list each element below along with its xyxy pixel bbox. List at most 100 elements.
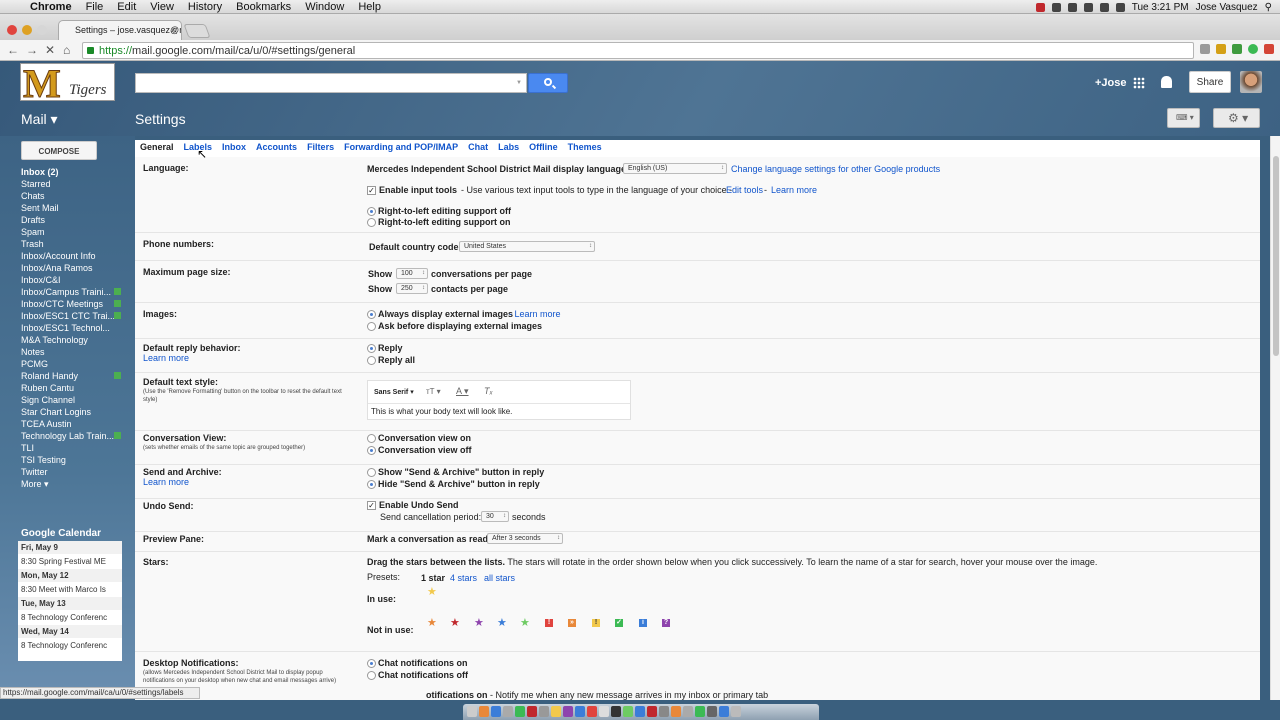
preset-1-star[interactable]: 1 star [421, 573, 445, 583]
tab-close-icon[interactable]: × [171, 25, 176, 35]
settings-gear-button[interactable]: ⚙ ▾ [1213, 108, 1260, 128]
radio-selected[interactable] [367, 446, 376, 456]
preset-4-stars[interactable]: 4 stars [450, 573, 477, 583]
preset-all-stars[interactable]: all stars [484, 573, 515, 583]
clock[interactable]: Tue 3:21 PM [1132, 2, 1189, 13]
star-bookmark-icon[interactable] [1216, 44, 1226, 54]
radio[interactable] [367, 356, 376, 366]
radio-selected[interactable] [367, 480, 376, 490]
chat-notifications-on-option[interactable]: Chat notifications on [367, 658, 468, 669]
app-icon[interactable] [575, 706, 585, 717]
reply-option[interactable]: Reply [367, 343, 403, 354]
rtl-on-option[interactable]: Right-to-left editing support on [367, 217, 510, 228]
sidebar-item[interactable]: Starred [21, 178, 121, 190]
blue-star-icon[interactable]: ★ [497, 616, 507, 629]
text-color-icon[interactable]: A ▾ [456, 386, 469, 397]
calendar-title[interactable]: Google Calendar [21, 528, 101, 539]
purple-question-icon[interactable]: ? [662, 619, 670, 627]
sidebar-item[interactable]: Drafts [21, 214, 121, 226]
page-scrollbar[interactable] [1270, 136, 1280, 700]
cancellation-period-select[interactable]: 30 [481, 511, 509, 522]
url-field[interactable]: https://mail.google.com/mail/ca/u/0/#set… [82, 42, 1194, 59]
yellow-star-icon[interactable]: ★ [427, 585, 437, 598]
app-icon[interactable] [599, 706, 609, 717]
sidebar-item[interactable]: Inbox/Campus Traini... [21, 286, 121, 298]
radio-selected[interactable] [367, 659, 376, 669]
app-icon[interactable] [683, 706, 693, 717]
home-icon[interactable]: ⌂ [63, 43, 70, 57]
sidebar-item[interactable]: More ▾ [21, 478, 121, 490]
tab-forwarding-and-pop-imap[interactable]: Forwarding and POP/IMAP [344, 140, 458, 157]
radio-selected[interactable] [367, 207, 376, 217]
images-learn-more-link[interactable]: - Learn more [509, 309, 561, 319]
sidebar-item[interactable]: Inbox (2) [21, 166, 121, 178]
sidebar-item[interactable]: TSI Testing [21, 454, 121, 466]
calendar-event[interactable]: 8:30 Spring Festival ME [18, 554, 122, 569]
spotlight-icon[interactable]: ⚲ [1265, 2, 1272, 13]
sidebar-item[interactable]: Inbox/Ana Ramos [21, 262, 121, 274]
scrollbar-thumb[interactable] [1273, 156, 1279, 356]
evernote-icon[interactable] [1232, 44, 1242, 54]
orange-guillemet-icon[interactable]: » [568, 619, 576, 627]
app-icon[interactable] [587, 706, 597, 717]
edit-tools-link[interactable]: Edit tools [726, 185, 763, 195]
chat-notifications-off-option[interactable]: Chat notifications off [367, 670, 468, 681]
menu-help[interactable]: Help [358, 1, 381, 13]
green-check-icon[interactable]: ✓ [615, 619, 623, 627]
menu-app[interactable]: Chrome [30, 1, 72, 13]
app-icon[interactable] [491, 706, 501, 717]
app-icon[interactable] [671, 706, 681, 717]
font-family-select[interactable]: Sans Serif ▾ [374, 388, 414, 396]
record-icon[interactable] [1035, 2, 1045, 12]
contacts-select[interactable]: 250 [396, 283, 428, 294]
tab-offline[interactable]: Offline [529, 140, 558, 157]
status-icon[interactable] [1051, 2, 1061, 12]
sidebar-item[interactable]: Inbox/ESC1 Technol... [21, 322, 121, 334]
reply-all-option[interactable]: Reply all [367, 355, 415, 366]
dropbox-icon[interactable] [1083, 2, 1093, 12]
trash-icon[interactable] [731, 706, 741, 717]
notifications-bell-icon[interactable] [1161, 76, 1172, 88]
finder-icon[interactable] [467, 706, 477, 717]
radio-selected[interactable] [367, 344, 376, 354]
app-icon[interactable] [527, 706, 537, 717]
sidebar-item[interactable]: Inbox/ESC1 CTC Trai... [21, 310, 121, 322]
volume-icon[interactable] [1115, 2, 1125, 12]
sidebar-item[interactable]: Inbox/CTC Meetings [21, 298, 121, 310]
app-icon[interactable] [719, 706, 729, 717]
red-star-icon[interactable]: ★ [450, 616, 460, 629]
app-icon[interactable] [647, 706, 657, 717]
sidebar-item[interactable]: TLI [21, 442, 121, 454]
minimize-window-icon[interactable] [22, 25, 32, 35]
app-icon[interactable] [611, 706, 621, 717]
orange-star-icon[interactable]: ★ [427, 616, 437, 629]
calendar-event[interactable]: 8 Technology Conferenc [18, 610, 122, 625]
change-language-link[interactable]: Change language settings for other Googl… [731, 164, 940, 174]
menu-file[interactable]: File [86, 1, 104, 13]
gmail-icon[interactable] [1264, 44, 1274, 54]
location-icon[interactable] [1248, 44, 1258, 54]
tab-accounts[interactable]: Accounts [256, 140, 297, 157]
search-input[interactable] [135, 73, 527, 93]
menu-edit[interactable]: Edit [117, 1, 136, 13]
input-tools-option[interactable]: ✓ Enable input tools [367, 185, 457, 196]
sidebar-item[interactable]: Chats [21, 190, 121, 202]
sidebar-item[interactable]: Sent Mail [21, 202, 121, 214]
menu-history[interactable]: History [188, 1, 222, 13]
calendar-event[interactable]: 8 Technology Conferenc [18, 638, 122, 653]
school-logo[interactable]: M Tigers [20, 61, 115, 107]
radio[interactable] [367, 434, 376, 444]
forward-icon[interactable]: → [26, 43, 38, 57]
app-icon[interactable] [707, 706, 717, 717]
new-tab-button[interactable] [183, 24, 211, 38]
browser-tab[interactable]: Settings – jose.vasquez@mi × [58, 20, 182, 40]
app-icon[interactable] [635, 706, 645, 717]
sidebar-item[interactable]: Trash [21, 238, 121, 250]
radio-selected[interactable] [367, 310, 376, 320]
rtl-off-option[interactable]: Right-to-left editing support off [367, 206, 511, 217]
send-archive-learn-more-link[interactable]: Learn more [143, 477, 189, 487]
menu-bookmarks[interactable]: Bookmarks [236, 1, 291, 13]
country-select[interactable]: United States [459, 241, 595, 252]
sidebar-item[interactable]: Notes [21, 346, 121, 358]
app-icon[interactable] [659, 706, 669, 717]
